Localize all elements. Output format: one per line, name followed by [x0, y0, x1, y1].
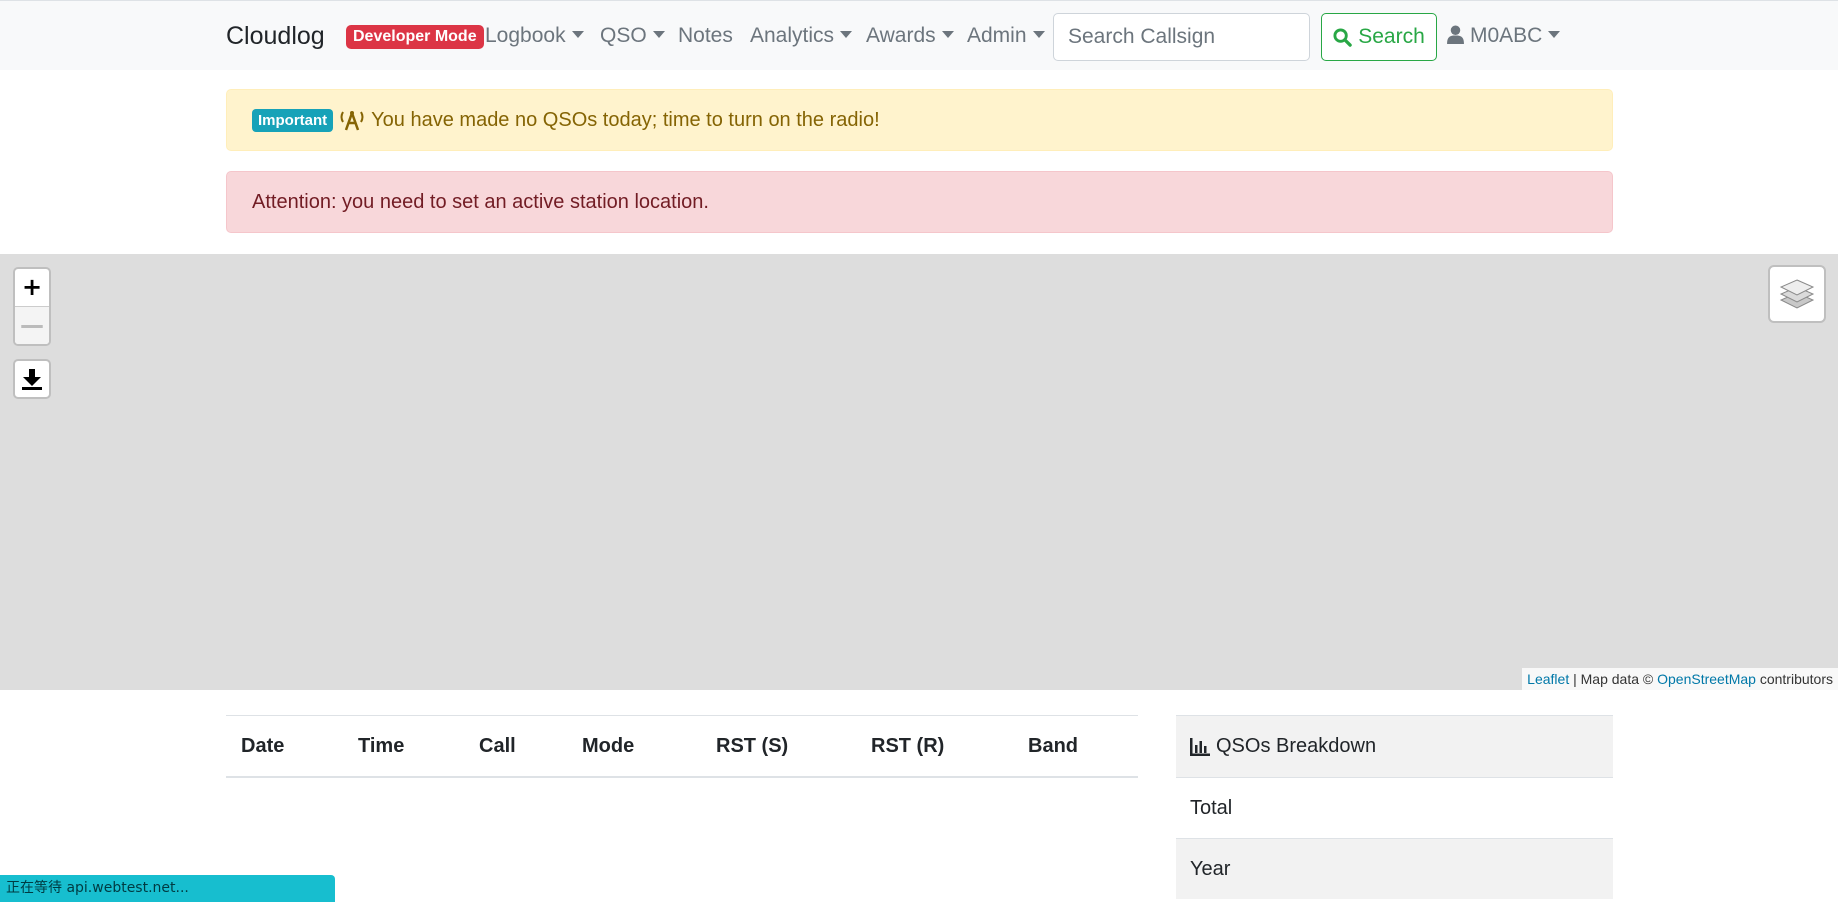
search-callsign-input[interactable]: [1053, 13, 1310, 61]
download-icon: [22, 369, 42, 390]
nav-qso[interactable]: QSO: [600, 24, 665, 48]
attribution-suffix: contributors: [1755, 671, 1833, 687]
no-qsos-alert: Important You have made no QSOs today; t…: [226, 89, 1613, 151]
brand-logo[interactable]: Cloudlog: [226, 22, 325, 51]
search-icon: [1333, 27, 1352, 47]
qsos-breakdown-card: QSOs Breakdown Total Year: [1176, 715, 1613, 899]
station-location-message: Attention: you need to set an active sta…: [252, 190, 709, 213]
breakdown-row-total: Total: [1176, 777, 1613, 838]
column-header-mode: Mode: [567, 715, 701, 778]
column-header-date: Date: [226, 715, 343, 778]
user-icon: [1447, 25, 1464, 44]
important-badge: Important: [252, 108, 334, 132]
chart-bar-icon: [1190, 737, 1210, 756]
nav-qso-label: QSO: [600, 24, 647, 47]
column-header-rst-received: RST (R): [856, 715, 1013, 778]
nav-analytics-label: Analytics: [750, 24, 835, 47]
chevron-down-icon: [840, 30, 853, 38]
chevron-down-icon: [652, 30, 665, 38]
no-qsos-message: You have made no QSOs today; time to tur…: [371, 108, 880, 131]
chevron-down-icon: [1548, 30, 1561, 38]
developer-mode-badge: Developer Mode: [346, 25, 484, 49]
breakdown-year-label: Year: [1190, 857, 1231, 880]
attribution-text: | Map data ©: [1569, 671, 1658, 687]
user-menu[interactable]: M0ABC: [1447, 24, 1561, 48]
breakdown-row-year: Year: [1176, 838, 1613, 899]
breakdown-header: QSOs Breakdown: [1176, 715, 1613, 777]
nav-awards-label: Awards: [866, 24, 936, 47]
zoom-in-button[interactable]: +: [15, 269, 49, 306]
nav-admin[interactable]: Admin: [967, 24, 1045, 48]
chevron-down-icon: [571, 30, 584, 38]
recent-qsos-table: Date Time Call Mode RST (S) RST (R) Band: [226, 715, 1138, 778]
layers-icon: [1779, 279, 1815, 309]
table-header-row: Date Time Call Mode RST (S) RST (R) Band: [226, 715, 1138, 778]
map-attribution: Leaflet | Map data © OpenStreetMap contr…: [1522, 668, 1838, 690]
browser-status-bar: 正在等待 api.webtest.net...: [0, 875, 335, 902]
nav-logbook-label: Logbook: [485, 24, 566, 47]
broadcast-tower-icon: [339, 109, 365, 131]
search-button[interactable]: Search: [1321, 13, 1437, 61]
column-header-rst-sent: RST (S): [701, 715, 856, 778]
nav-notes[interactable]: Notes: [678, 24, 733, 48]
nav-logbook[interactable]: Logbook: [485, 24, 584, 48]
nav-awards[interactable]: Awards: [866, 24, 954, 48]
column-header-time: Time: [343, 715, 464, 778]
qso-map[interactable]: + — Leaflet | Map data © OpenStreetMap c…: [0, 254, 1838, 690]
chevron-down-icon: [941, 30, 954, 38]
column-header-call: Call: [464, 715, 567, 778]
user-callsign: M0ABC: [1470, 24, 1543, 47]
column-header-band: Band: [1013, 715, 1138, 778]
breakdown-title: QSOs Breakdown: [1216, 735, 1377, 757]
chevron-down-icon: [1032, 30, 1045, 38]
openstreetmap-link[interactable]: OpenStreetMap: [1657, 671, 1756, 687]
zoom-out-button[interactable]: —: [15, 306, 49, 344]
nav-notes-label: Notes: [678, 24, 733, 47]
zoom-control: + —: [13, 267, 51, 346]
station-location-alert: Attention: you need to set an active sta…: [226, 171, 1613, 233]
layers-button[interactable]: [1768, 265, 1826, 323]
nav-admin-label: Admin: [967, 24, 1027, 47]
leaflet-link[interactable]: Leaflet: [1527, 671, 1569, 687]
nav-analytics[interactable]: Analytics: [750, 24, 853, 48]
search-button-label: Search: [1358, 25, 1425, 48]
download-map-button[interactable]: [13, 359, 51, 399]
top-navbar: Cloudlog Developer Mode Logbook QSO Note…: [0, 0, 1838, 70]
breakdown-total-label: Total: [1190, 796, 1233, 819]
